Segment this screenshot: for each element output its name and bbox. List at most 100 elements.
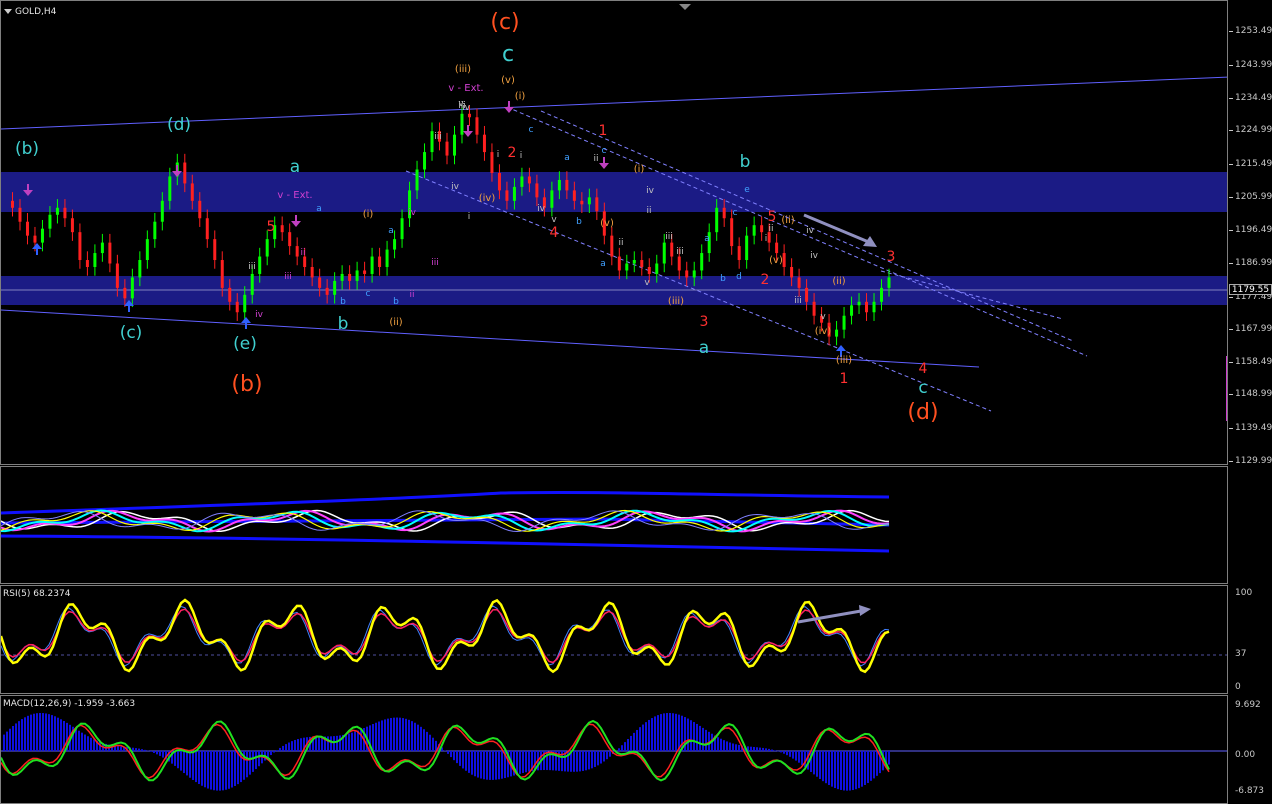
rsi-axis: 100 37 0 xyxy=(1229,585,1272,694)
macd-histogram-bar xyxy=(195,751,197,783)
scroll-marker-icon xyxy=(679,4,691,10)
current-price-label: 1179.55 xyxy=(1229,284,1272,295)
macd-histogram-bar xyxy=(180,751,182,771)
macd-histogram-bar xyxy=(483,751,485,780)
macd-histogram-bar xyxy=(606,751,608,760)
macd-histogram-bar xyxy=(291,741,293,751)
dashed-channel-1 xyxy=(506,106,1088,357)
macd-histogram-bar xyxy=(573,751,575,772)
rsi-pane[interactable]: RSI(5) 68.2374 xyxy=(0,585,1228,694)
macd-histogram-bar xyxy=(726,741,728,751)
candle-body xyxy=(25,221,29,236)
candle-body xyxy=(842,315,846,330)
macd-histogram-bar xyxy=(780,751,782,753)
wave-label: c xyxy=(366,289,371,299)
candle-body xyxy=(288,232,292,247)
price-tick-mark xyxy=(1229,65,1233,66)
candle-body xyxy=(595,197,599,212)
candle-body xyxy=(835,329,839,337)
macd-histogram-bar xyxy=(672,713,674,751)
wave-label: 2 xyxy=(508,145,517,161)
macd-histogram-bar xyxy=(678,714,680,751)
wave-label: b xyxy=(720,274,726,284)
macd-histogram-bar xyxy=(234,751,236,786)
wave-label: iii xyxy=(794,296,802,306)
candle-body xyxy=(617,256,621,271)
wave-label: b xyxy=(740,152,751,172)
macd-histogram-bar xyxy=(492,751,494,780)
macd-histogram-bar xyxy=(651,718,653,751)
macd-histogram-bar xyxy=(174,751,176,766)
macd-histogram-bar xyxy=(816,751,818,777)
macd-pane[interactable]: MACD(12,26,9) -1.959 -3.663 xyxy=(0,695,1228,804)
candle-body xyxy=(235,301,239,313)
macd-histogram-bar xyxy=(846,751,848,791)
price-tick: 1129.99 xyxy=(1235,456,1272,466)
price-tick-mark xyxy=(1229,230,1233,231)
macd-histogram-bar xyxy=(318,736,320,751)
wave-label: iv xyxy=(408,208,417,218)
candle-body xyxy=(258,256,262,274)
price-tick: 1139.49 xyxy=(1235,423,1272,433)
macd-histogram-bar xyxy=(78,730,80,751)
macd-histogram-bar xyxy=(498,751,500,780)
candle-body xyxy=(490,152,494,173)
macd-histogram-bar xyxy=(237,751,239,785)
macd-histogram-bar xyxy=(756,747,758,751)
wave-label: 1 xyxy=(840,371,849,387)
macd-histogram-bar xyxy=(801,751,803,765)
wave-label: (v) xyxy=(501,75,515,86)
price-chart-pane[interactable]: GOLD,H4 (c) c (d) (b) a b (c) (e) (b) b a c (d) v - E… xyxy=(0,0,1228,465)
bands-indicator-svg xyxy=(1,490,890,553)
rsi-arrow-head xyxy=(859,605,871,616)
macd-histogram-bar xyxy=(18,721,20,751)
down-arrow-icon xyxy=(291,221,301,227)
macd-histogram-bar xyxy=(81,732,83,751)
wave-label: a xyxy=(699,338,709,358)
macd-histogram-bar xyxy=(621,745,623,751)
macd-histogram-bar xyxy=(375,722,377,751)
macd-histogram-bar xyxy=(153,751,155,753)
rsi-line xyxy=(1,598,890,674)
macd-histogram-bar xyxy=(336,735,338,751)
candle-body xyxy=(93,253,97,267)
macd-histogram-bar xyxy=(9,728,11,751)
bands-indicator-pane[interactable] xyxy=(0,466,1228,584)
macd-histogram-bar xyxy=(204,751,206,788)
macd-histogram-bar xyxy=(93,739,95,751)
macd-histogram-bar xyxy=(138,748,140,751)
macd-histogram-bar xyxy=(429,734,431,751)
candle-body xyxy=(872,301,876,313)
wave-label: a xyxy=(388,226,394,236)
macd-histogram-bar xyxy=(447,751,449,754)
candle-body xyxy=(662,242,666,264)
macd-histogram-bar xyxy=(3,734,5,751)
macd-histogram-bar xyxy=(822,751,824,782)
macd-histogram-bar xyxy=(150,751,152,752)
candle-body xyxy=(108,242,112,264)
candle-body xyxy=(550,190,554,208)
macd-histogram-bar xyxy=(48,714,50,751)
price-tick: 1205.99 xyxy=(1235,192,1272,202)
price-tick-mark xyxy=(1229,263,1233,264)
candle-body xyxy=(722,207,726,219)
lower-channel-line xyxy=(1,309,980,368)
price-axis: 1253.49 1243.99 1234.49 1224.99 1215.49 1205.… xyxy=(1229,0,1272,466)
macd-histogram-bar xyxy=(42,713,44,751)
macd-histogram-bar xyxy=(30,714,32,751)
macd-histogram-bar xyxy=(804,751,806,768)
candle-body xyxy=(18,207,22,222)
candle-body xyxy=(685,270,689,278)
macd-histogram-bar xyxy=(888,751,890,765)
wave-label: 4 xyxy=(550,225,559,241)
price-tick-mark xyxy=(1229,428,1233,429)
macd-histogram-bar xyxy=(459,751,461,766)
macd-histogram-bar xyxy=(675,713,677,751)
candle-body xyxy=(887,277,891,288)
wave-label: (i) xyxy=(363,209,374,220)
candle-body xyxy=(115,263,119,288)
macd-histogram-bar xyxy=(642,724,644,751)
macd-histogram-bar xyxy=(600,751,602,764)
macd-histogram-bar xyxy=(738,744,740,751)
candle-body xyxy=(745,235,749,261)
